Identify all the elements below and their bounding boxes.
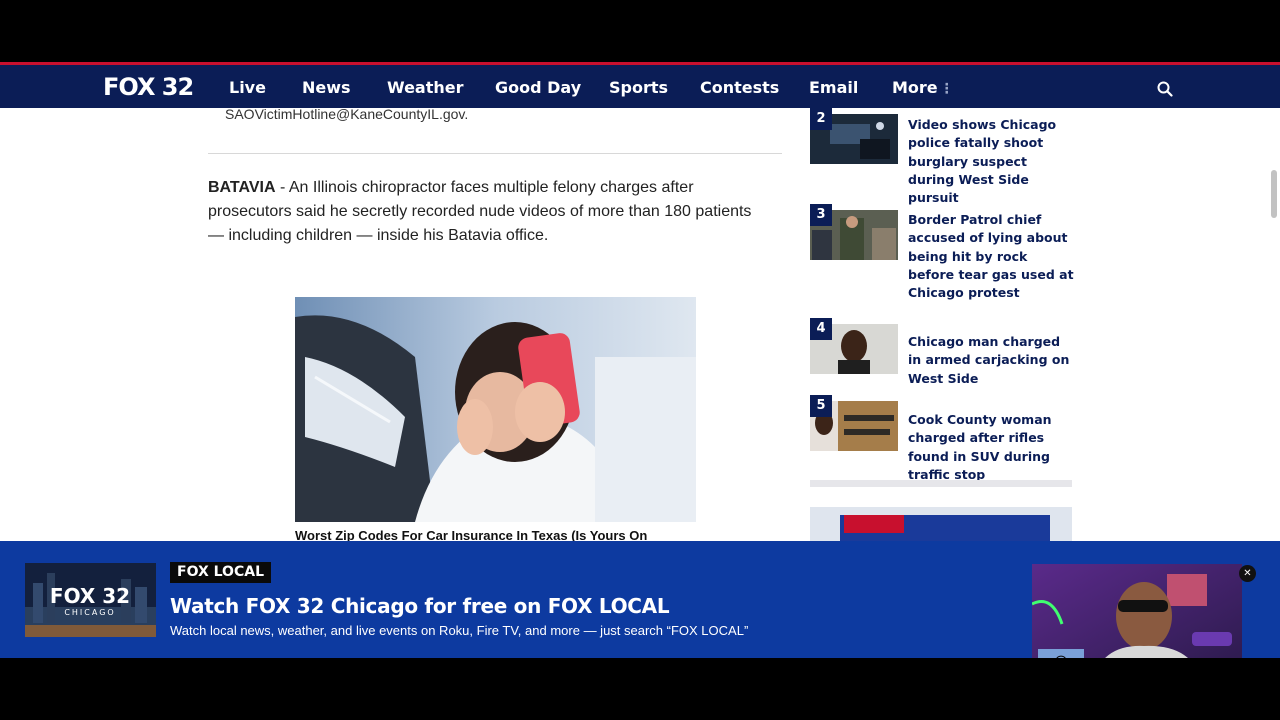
trending-rank: 4 (810, 318, 832, 340)
article-paragraph: BATAVIA - An Illinois chiropractor faces… (208, 176, 768, 248)
trending-item[interactable]: 3 Border Patrol chief accused of lying a… (810, 204, 1080, 310)
fox32-logo[interactable]: FOX 32 (103, 73, 194, 101)
trending-rank: 2 (810, 108, 832, 130)
banner-subtitle: Watch local news, weather, and live even… (170, 623, 749, 638)
nav-more[interactable]: More ⋮ (892, 78, 954, 97)
trending-item[interactable]: 4 Chicago man charged in armed carjackin… (810, 318, 1080, 394)
trending-headline[interactable]: Cook County woman charged after rifles f… (908, 411, 1076, 484)
nav-live[interactable]: Live (229, 78, 266, 97)
trending-rank: 3 (810, 204, 832, 226)
sidebar-separator (810, 480, 1072, 487)
article-dateline: BATAVIA (208, 179, 276, 196)
nav-good-day[interactable]: Good Day (495, 78, 581, 97)
chicago-skyline-image: FOX 32 CHICAGO (25, 563, 156, 637)
ad-image[interactable] (295, 297, 696, 522)
trending-item[interactable]: 5 Cook County woman charged after rifles… (810, 395, 1080, 482)
search-icon[interactable] (1157, 81, 1173, 97)
nav-more-label: More (892, 78, 938, 97)
trending-headline[interactable]: Border Patrol chief accused of lying abo… (908, 211, 1076, 302)
victim-hotline-email[interactable]: SAOVictimHotline@KaneCountyIL.gov. (225, 106, 468, 122)
nav-contests[interactable]: Contests (700, 78, 779, 97)
main-navbar: FOX 32 Live News Weather Good Day Sports… (0, 62, 1280, 108)
banner-title[interactable]: Watch FOX 32 Chicago for free on FOX LOC… (170, 594, 670, 618)
fox-local-badge: FOX LOCAL (170, 562, 271, 583)
ad-photo-illustration (295, 297, 696, 522)
thumb-logo-text: FOX 32 (50, 584, 130, 608)
nav-news[interactable]: News (302, 78, 351, 97)
section-divider (208, 153, 782, 154)
page-scrollbar[interactable] (1271, 170, 1277, 218)
trending-item[interactable]: 2 Video shows Chicago police fatally sho… (810, 108, 1080, 205)
letterbox-bottom (0, 658, 1280, 720)
trending-headline[interactable]: Chicago man charged in armed carjacking … (908, 333, 1076, 388)
article-body: - An Illinois chiropractor faces multipl… (208, 179, 752, 244)
thumb-city-text: CHICAGO (64, 608, 115, 617)
nav-weather[interactable]: Weather (387, 78, 464, 97)
close-icon[interactable]: ✕ (1239, 565, 1256, 582)
more-dots-icon: ⋮ (939, 81, 954, 97)
trending-rank: 5 (810, 395, 832, 417)
nav-email[interactable]: Email (809, 78, 858, 97)
letterbox-top (0, 0, 1280, 62)
fox32-chicago-thumbnail: FOX 32 CHICAGO (25, 563, 156, 637)
trending-headline[interactable]: Video shows Chicago police fatally shoot… (908, 116, 1076, 207)
nav-sports[interactable]: Sports (609, 78, 668, 97)
